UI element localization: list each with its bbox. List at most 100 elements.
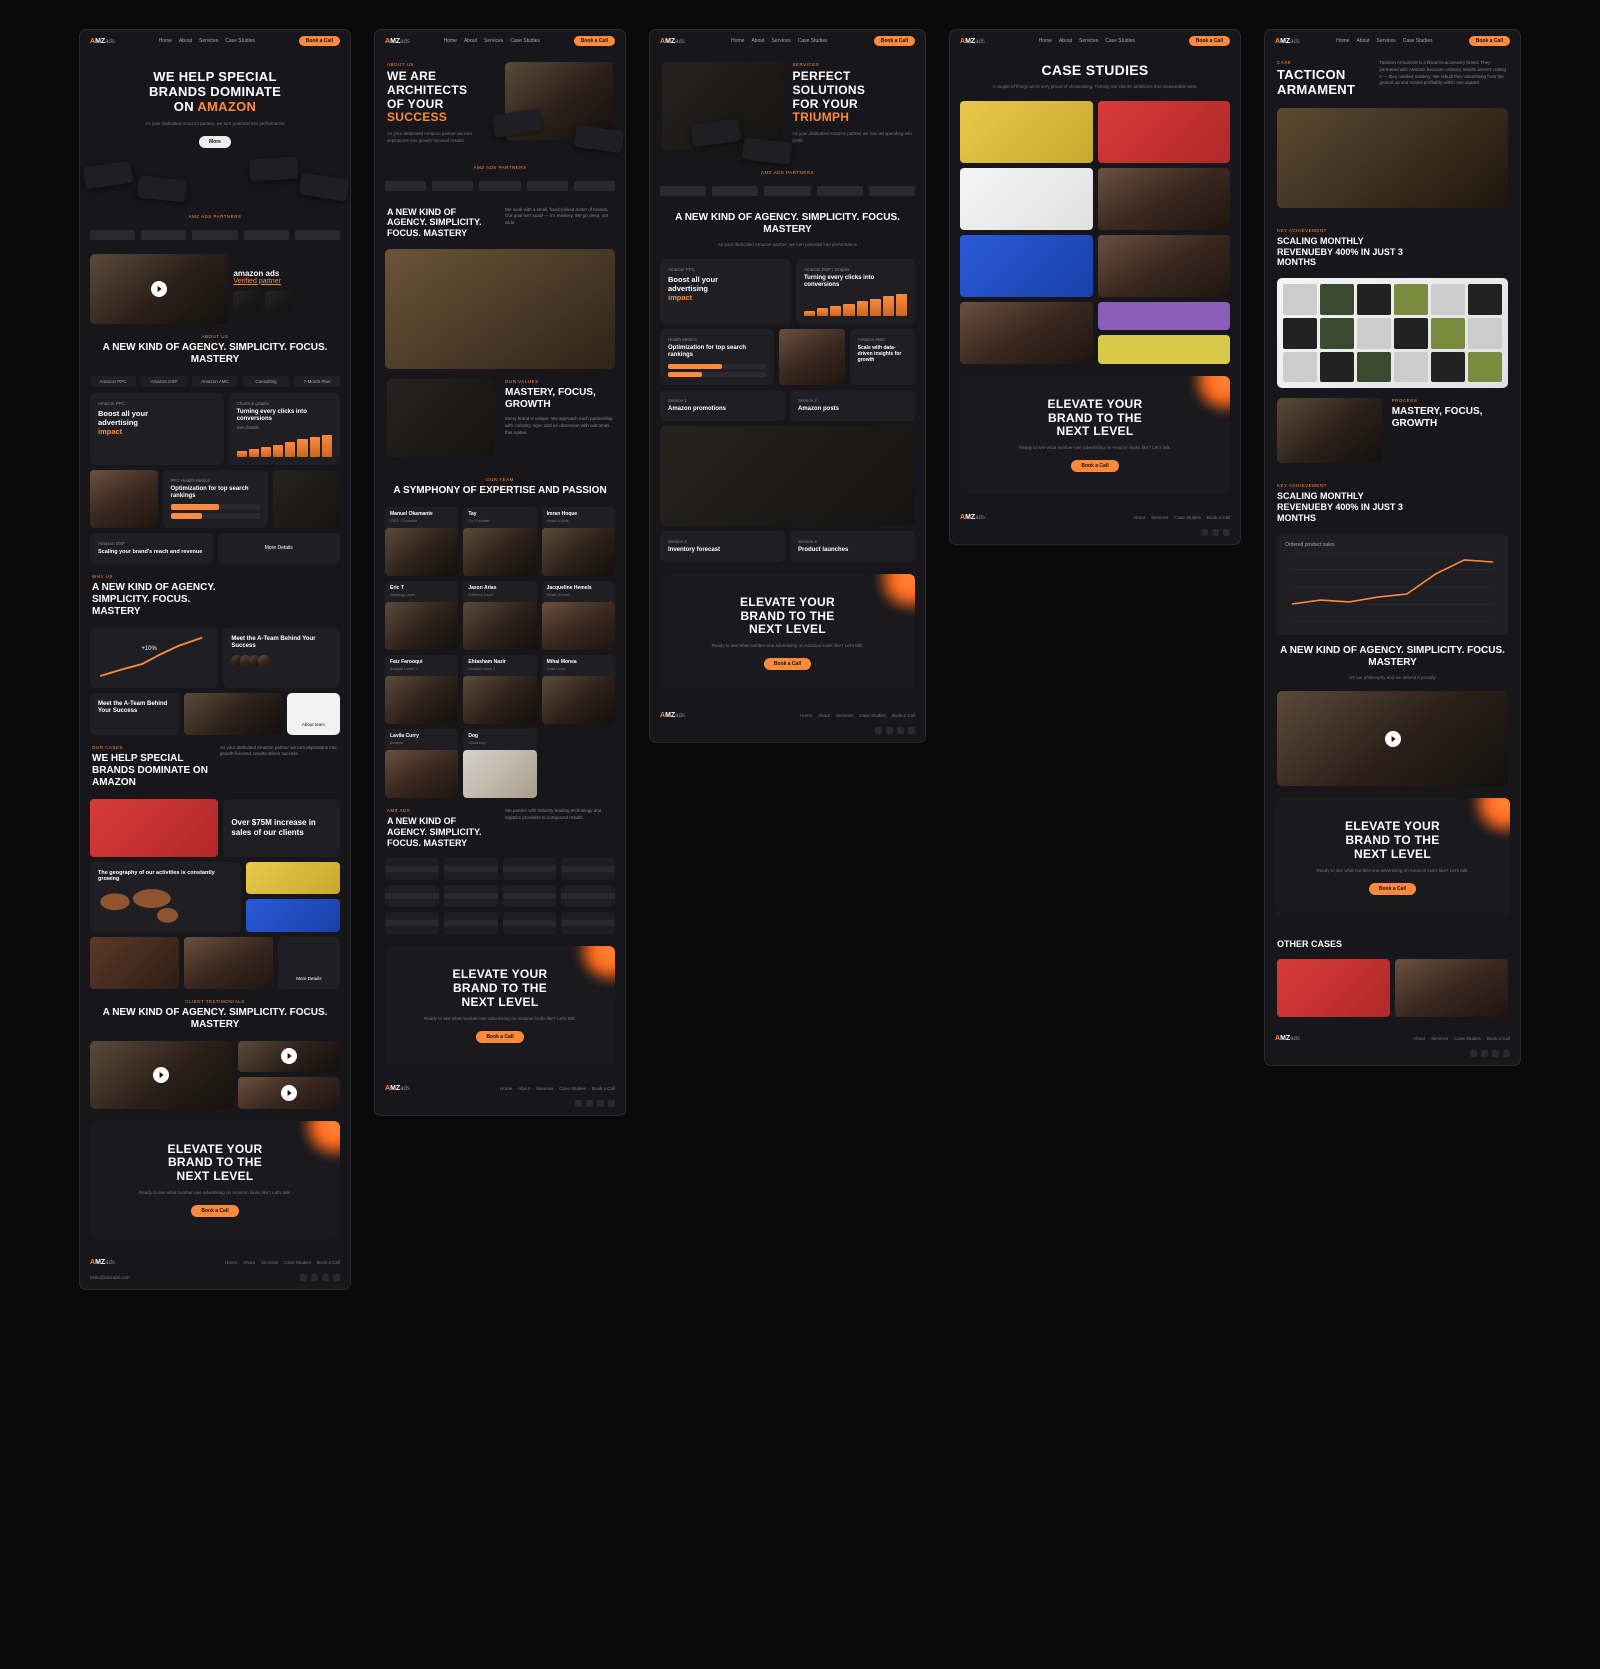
video-thumb[interactable] [238,1077,340,1109]
nav-item[interactable]: About [179,38,192,44]
social-icon[interactable] [597,1100,604,1107]
footer-link[interactable]: Case Studies [1174,515,1201,520]
case-thumb[interactable] [90,937,179,989]
case-thumb[interactable] [246,899,340,932]
nav-cta[interactable]: Book a Call [299,36,340,46]
footer-link[interactable]: Case Studies [559,1086,586,1091]
social-icon[interactable] [908,727,915,734]
case-thumb[interactable] [90,799,218,857]
footer-link[interactable]: About [1133,515,1145,520]
more-link[interactable]: More Details [278,937,340,989]
footer-link[interactable]: Services [1151,515,1168,520]
social-icon[interactable] [322,1274,329,1281]
footer-link[interactable]: Book a Call [1487,1036,1510,1041]
cta-button[interactable]: Book a Call [476,1031,523,1043]
social-icon[interactable] [1470,1050,1477,1057]
video-thumb[interactable] [1277,691,1508,786]
logo[interactable]: AMZads [660,712,685,719]
footer-link[interactable]: Case Studies [1454,1036,1481,1041]
footer-link[interactable]: About [818,713,830,718]
nav-cta[interactable]: Book a Call [1189,36,1230,46]
social-icon[interactable] [886,727,893,734]
footer-link[interactable]: Book a Call [592,1086,615,1091]
social-icon[interactable] [897,727,904,734]
nav-item[interactable]: About [1059,38,1072,44]
nav-cta[interactable]: Book a Call [1469,36,1510,46]
case-thumb[interactable] [1395,959,1508,1017]
social-icon[interactable] [311,1274,318,1281]
tab[interactable]: Amazon AMC [192,376,238,387]
footer-link[interactable]: Case Studies [859,713,886,718]
video-thumb[interactable] [90,254,228,324]
case-thumb[interactable] [1098,101,1231,163]
cta-button[interactable]: Book a Call [764,658,811,670]
social-icon[interactable] [875,727,882,734]
case-thumb[interactable] [960,302,1093,364]
footer-link[interactable]: Book a Call [892,713,915,718]
social-icon[interactable] [608,1100,615,1107]
tab[interactable]: Amazon DSP [141,376,187,387]
tab[interactable]: Amazon PPC [90,376,136,387]
case-thumb[interactable] [1277,959,1390,1017]
video-thumb[interactable] [90,1041,233,1109]
about-link[interactable]: About team [287,693,340,735]
footer-email[interactable]: hello@amzads.com [90,1275,130,1280]
footer-link[interactable]: About [1413,1036,1425,1041]
nav-item[interactable]: Case Studies [510,38,540,44]
social-icon[interactable] [1503,1050,1510,1057]
footer-link[interactable]: Home [500,1086,512,1091]
footer-link[interactable]: Book a Call [317,1260,340,1265]
logo[interactable]: AMZads [385,38,410,45]
nav-item[interactable]: About [464,38,477,44]
nav-item[interactable]: Services [1377,38,1396,44]
footer-link[interactable]: Book a Call [1207,515,1230,520]
case-thumb[interactable] [1098,168,1231,230]
cta-button[interactable]: Book a Call [191,1205,238,1217]
footer-link[interactable]: Services [836,713,853,718]
footer-link[interactable]: Services [1431,1036,1448,1041]
social-icon[interactable] [300,1274,307,1281]
logo[interactable]: AMZads [960,514,985,521]
nav-item[interactable]: About [1356,38,1369,44]
nav-item[interactable]: Home [731,38,744,44]
nav-item[interactable]: Home [159,38,172,44]
social-icon[interactable] [1481,1050,1488,1057]
footer-link[interactable]: Home [225,1260,237,1265]
video-thumb[interactable] [238,1041,340,1073]
more-link[interactable]: More Details [218,533,341,564]
cta-button[interactable]: Book a Call [1369,883,1416,895]
social-icon[interactable] [1212,529,1219,536]
case-thumb[interactable] [960,168,1093,230]
footer-link[interactable]: Home [800,713,812,718]
nav-item[interactable]: Case Studies [798,38,828,44]
logo[interactable]: AMZads [1275,1035,1300,1042]
nav-item[interactable]: Home [1336,38,1349,44]
case-thumb[interactable] [1098,235,1231,297]
social-icon[interactable] [1201,529,1208,536]
nav-item[interactable]: Case Studies [1403,38,1433,44]
logo[interactable]: AMZads [385,1085,410,1092]
social-icon[interactable] [333,1274,340,1281]
nav-item[interactable]: Case Studies [1105,38,1135,44]
nav-item[interactable]: Services [199,38,218,44]
tab[interactable]: 7-Month Plan [294,376,340,387]
footer-link[interactable]: Case Studies [284,1260,311,1265]
nav-cta[interactable]: Book a Call [874,36,915,46]
social-icon[interactable] [1223,529,1230,536]
case-thumb[interactable] [960,101,1093,163]
logo[interactable]: AMZads [660,38,685,45]
social-icon[interactable] [575,1100,582,1107]
nav-item[interactable]: Services [484,38,503,44]
case-thumb[interactable] [1098,302,1231,364]
nav-cta[interactable]: Book a Call [574,36,615,46]
social-icon[interactable] [1492,1050,1499,1057]
nav-item[interactable]: About [751,38,764,44]
footer-link[interactable]: Services [536,1086,553,1091]
nav-item[interactable]: Home [444,38,457,44]
hero-btn[interactable]: More [199,136,231,148]
nav-item[interactable]: Case Studies [225,38,255,44]
logo[interactable]: AMZads [90,1259,115,1266]
footer-link[interactable]: About [518,1086,530,1091]
case-thumb[interactable] [184,937,273,989]
nav-item[interactable]: Home [1039,38,1052,44]
